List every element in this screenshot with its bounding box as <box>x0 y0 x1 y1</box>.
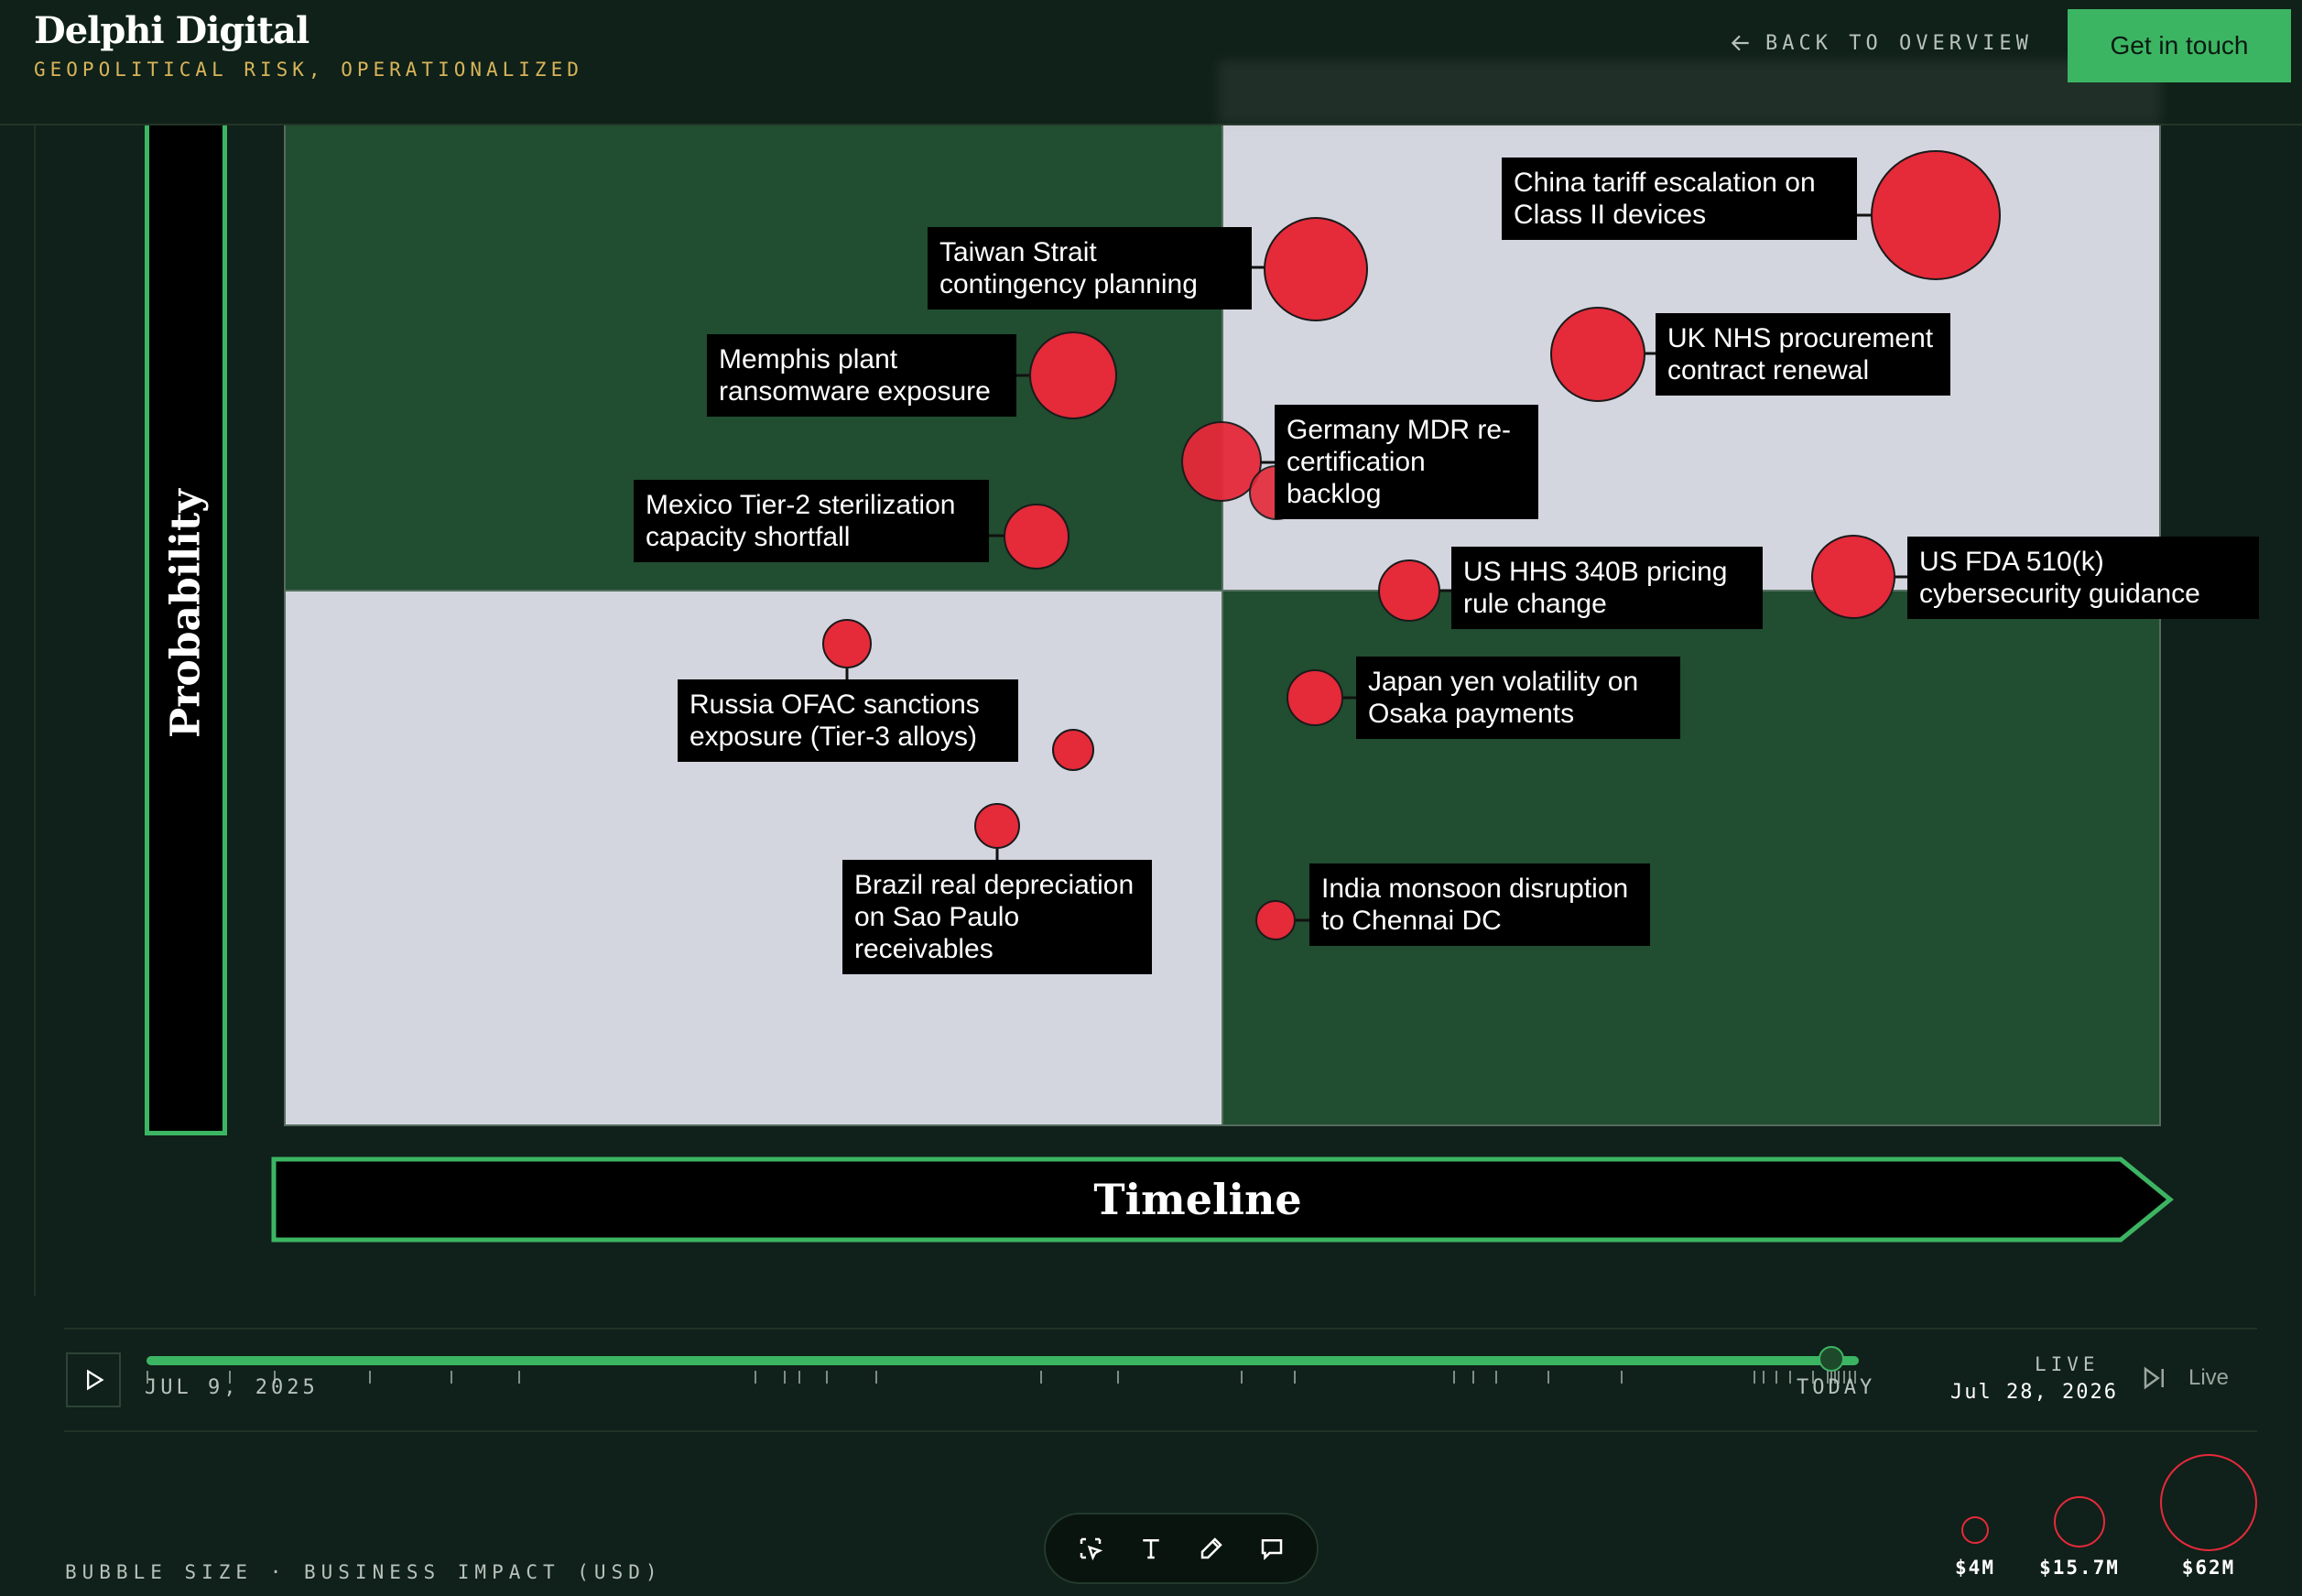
risk-bubble-fda[interactable] <box>1811 535 1895 619</box>
brand-logo[interactable]: Delphi Digital <box>34 9 309 52</box>
risk-bubble-china[interactable] <box>1871 150 2001 280</box>
risk-label-india[interactable]: India monsoon disruption to Chennai DC <box>1309 863 1650 946</box>
pen-tool-button[interactable] <box>1191 1528 1232 1569</box>
legend-caption: BUBBLE SIZE · BUSINESS IMPACT (USD) <box>65 1561 663 1583</box>
live-date: Jul 28, 2026 <box>1950 1381 2118 1404</box>
risk-label-mexico[interactable]: Mexico Tier-2 sterilization capacity sho… <box>634 480 989 562</box>
timeline-tick <box>1775 1371 1778 1384</box>
pen-icon <box>1200 1537 1222 1559</box>
risk-bubble-brazil[interactable] <box>974 803 1020 849</box>
timeline-tick <box>1117 1371 1120 1384</box>
playback-top-divider <box>64 1328 2257 1330</box>
comment-tool-button[interactable] <box>1252 1528 1292 1569</box>
risk-label-germany[interactable]: Germany MDR re-certification backlog <box>1275 405 1538 519</box>
timeline-tick <box>1294 1371 1297 1384</box>
legend-item-large: $62M <box>2155 1454 2262 1579</box>
legend-label-large: $62M <box>2181 1557 2236 1579</box>
risk-bubble-hhs[interactable] <box>1378 559 1440 622</box>
quadrant-bottom-left <box>284 591 1222 1126</box>
timeline-tick <box>1620 1371 1623 1384</box>
timeline-tick <box>1494 1371 1497 1384</box>
risk-label-taiwan[interactable]: Taiwan Strait contingency planning <box>928 227 1252 309</box>
back-to-overview-label: BACK TO OVERVIEW <box>1765 31 2033 55</box>
live-button-label: Live <box>2188 1365 2230 1390</box>
left-column-rule <box>34 124 36 1296</box>
legend-label-small: $4M <box>1955 1557 1995 1579</box>
risk-bubble-memphis[interactable] <box>1029 331 1117 419</box>
risk-label-russia[interactable]: Russia OFAC sanctions exposure (Tier-3 a… <box>678 679 1018 762</box>
text-tool-button[interactable] <box>1131 1528 1171 1569</box>
play-icon <box>87 1369 104 1391</box>
timeline-end-label: TODAY <box>1797 1376 1876 1399</box>
timeline-tick <box>1453 1371 1456 1384</box>
risk-label-memphis[interactable]: Memphis plant ransomware exposure <box>707 334 1016 417</box>
get-in-touch-button[interactable]: Get in touch <box>2068 9 2291 82</box>
live-button[interactable]: Live <box>2141 1364 2229 1392</box>
timeline-tick <box>518 1371 520 1384</box>
timeline-tick <box>368 1371 371 1384</box>
timeline-tick <box>1039 1371 1042 1384</box>
annotation-toolbar <box>1044 1513 1319 1584</box>
timeline-tick <box>1763 1371 1765 1384</box>
back-to-overview-link[interactable]: BACK TO OVERVIEW <box>1729 31 2033 55</box>
timeline-tick <box>784 1371 787 1384</box>
risk-label-fda[interactable]: US FDA 510(k) cybersecurity guidance <box>1907 537 2259 619</box>
timeline-tick <box>1472 1371 1475 1384</box>
legend-circle-medium <box>2054 1496 2105 1547</box>
risk-bubble-russia[interactable] <box>822 619 872 668</box>
live-caption: LIVE <box>2035 1353 2100 1375</box>
risk-label-hhs[interactable]: US HHS 340B pricing rule change <box>1451 547 1763 629</box>
legend-circle-small <box>1961 1516 1989 1544</box>
top-header: Delphi Digital GEOPOLITICAL RISK, OPERAT… <box>0 0 2302 125</box>
timeline-tick <box>875 1371 878 1384</box>
legend-item-small: $4M <box>1947 1516 2003 1579</box>
arrow-left-icon <box>1731 35 1749 51</box>
risk-bubble-uk[interactable] <box>1550 307 1645 402</box>
risk-bubble-india[interactable] <box>1255 900 1296 940</box>
skip-to-end-icon <box>2144 1366 2164 1390</box>
legend-label-medium: $15.7M <box>2039 1557 2120 1579</box>
timeline-tick <box>754 1371 756 1384</box>
risk-label-uk[interactable]: UK NHS procurement contract renewal <box>1656 313 1950 396</box>
probability-axis-label: Probability <box>162 489 210 738</box>
legend-item-medium: $15.7M <box>2027 1496 2132 1579</box>
legend-circle-large <box>2160 1454 2257 1551</box>
timeline-tick <box>1240 1371 1243 1384</box>
timeline-scrubber-handle[interactable] <box>1819 1346 1844 1372</box>
risk-bubble-small[interactable] <box>1052 729 1094 771</box>
comment-icon <box>1261 1539 1283 1561</box>
risk-label-brazil[interactable]: Brazil real depreciation on Sao Paulo re… <box>842 860 1152 974</box>
blurred-overlay <box>1218 60 2161 125</box>
timeline-tick <box>1789 1371 1792 1384</box>
risk-label-japan[interactable]: Japan yen volatility on Osaka payments <box>1356 657 1680 739</box>
risk-bubble-taiwan[interactable] <box>1264 217 1368 321</box>
brand-tagline: GEOPOLITICAL RISK, OPERATIONALIZED <box>34 59 583 81</box>
risk-label-china[interactable]: China tariff escalation on Class II devi… <box>1502 157 1857 240</box>
select-icon <box>1080 1537 1103 1561</box>
timeline-tick <box>798 1371 801 1384</box>
timeline-tick <box>825 1371 828 1384</box>
timeline-axis-label: Timeline <box>1093 1175 1302 1224</box>
select-tool-button[interactable] <box>1070 1528 1111 1569</box>
risk-bubble-mexico[interactable] <box>1004 504 1070 570</box>
risk-bubble-japan[interactable] <box>1287 669 1343 726</box>
timeline-tick <box>1754 1371 1756 1384</box>
play-button[interactable] <box>66 1352 121 1407</box>
timeline-scrubber-track[interactable] <box>147 1356 1859 1365</box>
text-icon <box>1143 1539 1159 1559</box>
timeline-tick <box>450 1371 452 1384</box>
playback-bottom-divider <box>64 1430 2257 1432</box>
timeline-start-date: JUL 9, 2025 <box>145 1376 319 1399</box>
timeline-scrubber-fill <box>147 1356 1859 1365</box>
timeline-tick <box>1547 1371 1550 1384</box>
